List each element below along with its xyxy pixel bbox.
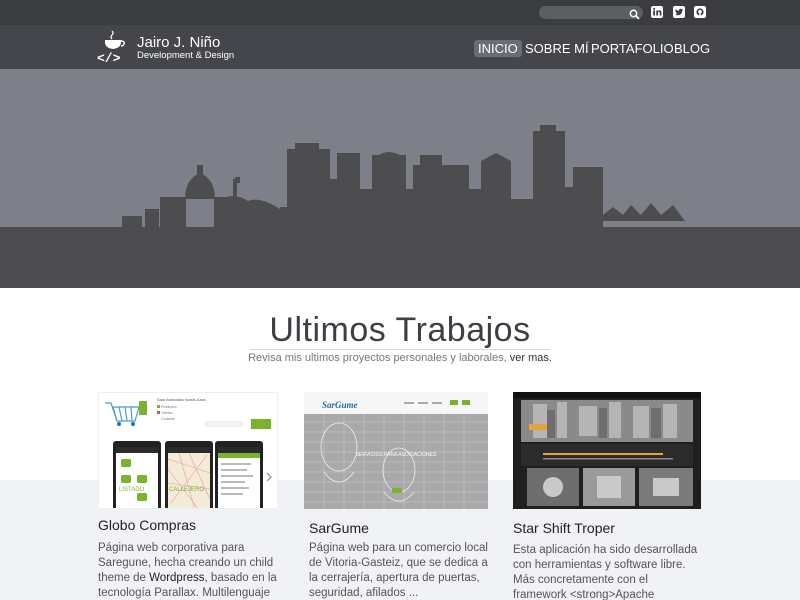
thumb-tab-callejero: CALLEJERO [169, 487, 204, 493]
work-title-star-shift-troper[interactable]: Star Shift Troper [513, 520, 615, 536]
thumb-tab-listado: LISTADO [119, 487, 145, 493]
top-bar [0, 0, 800, 25]
nav-inicio[interactable]: INICIO [474, 40, 522, 57]
section-title: Ultimos Trabajos [269, 311, 531, 349]
thumb-store-name: Saal Ikastolako Ikasle-Asoc. [157, 397, 207, 402]
work-title-globo-compras[interactable]: Globo Compras [98, 517, 196, 533]
work-thumbnail-globo-compras[interactable]: Saal Ikastolako Ikasle-Asoc. Productos O… [98, 392, 278, 509]
work-thumbnail-star-shift-troper[interactable] [513, 392, 701, 509]
title-divider [250, 349, 550, 350]
thumb-sargume-logo: SarGume [322, 400, 358, 410]
search-box[interactable] [539, 6, 643, 23]
nav-blog[interactable]: BLOG [670, 40, 714, 57]
see-more-link[interactable]: ver mas. [510, 352, 552, 364]
nav-sobre-mi[interactable]: SOBRE MÍ [521, 40, 593, 57]
star-shift-troper-mockup [513, 392, 701, 509]
section-subtitle-text: Revisa mis ultimos proyectos personales … [248, 352, 507, 364]
coffee-code-logo-icon[interactable]: </> [95, 28, 133, 66]
work-desc-sargume: Página web para un comercio local de Vit… [309, 542, 488, 599]
svg-text:</>: </> [97, 51, 121, 66]
work-desc-star-shift-troper: Esta aplicación ha sido desarrollada con… [513, 544, 698, 600]
brand-tagline: Development & Design [137, 50, 235, 61]
hero-skyline [0, 69, 800, 288]
section-subtitle: Revisa mis ultimos proyectos personales … [0, 352, 800, 364]
thumb-menu-2: Contacto [161, 417, 175, 421]
brand-name[interactable]: Jairo J. Niño [137, 34, 220, 51]
search-icon[interactable] [629, 7, 640, 20]
thumb-menu-0: Productos [161, 405, 177, 409]
work-desc-globo-compras: Página web corporativa para Saregune, he… [98, 541, 284, 600]
city-skyline-illustration [0, 125, 800, 288]
wordpress-bold: Wordpress [149, 572, 205, 584]
search-input[interactable] [539, 9, 627, 23]
nav-portafolio[interactable]: PORTAFOLIO [587, 40, 678, 57]
linkedin-icon[interactable] [651, 6, 663, 18]
work-thumbnail-sargume[interactable]: SarGume SERVICIOS PARA ASOCIACIONES [304, 392, 488, 509]
github-icon[interactable] [694, 6, 706, 18]
thumb-menu-1: Ofertas [161, 411, 173, 415]
site-header: </> Jairo J. Niño Development & Design I… [0, 25, 800, 69]
thumb-sargume-banner: SERVICIOS PARA ASOCIACIONES [356, 452, 437, 458]
twitter-icon[interactable] [673, 6, 685, 18]
work-title-sargume[interactable]: SarGume [309, 520, 369, 536]
shopping-cart-app-mockup: Saal Ikastolako Ikasle-Asoc. Productos O… [99, 393, 277, 508]
sargume-website-mockup: SarGume SERVICIOS PARA ASOCIACIONES [304, 392, 488, 509]
